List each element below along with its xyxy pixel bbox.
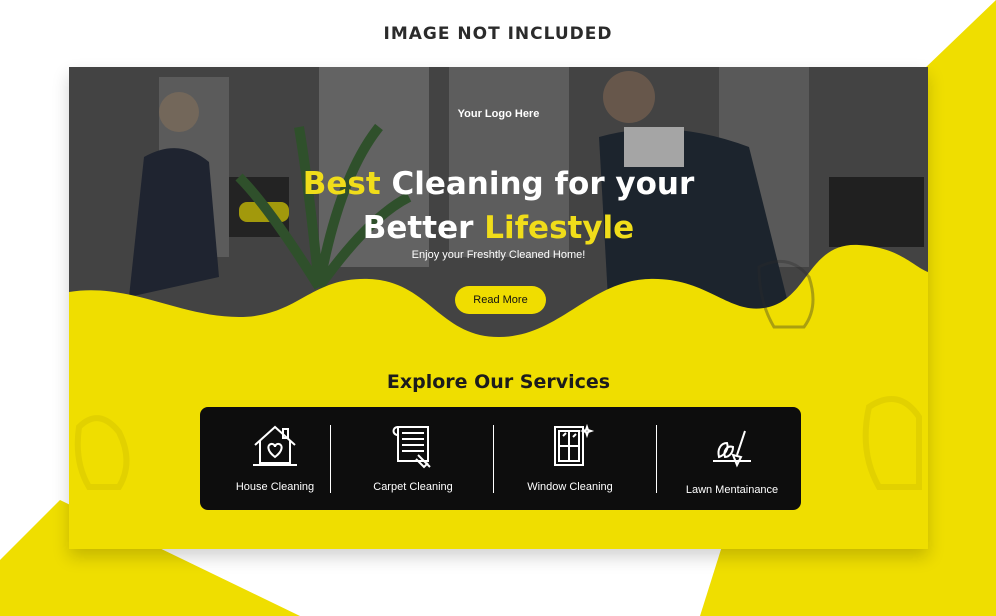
hero-headline: Best Cleaning for your Better Lifestyle bbox=[69, 162, 928, 250]
headline-line2-start: Better bbox=[362, 210, 485, 246]
headline-highlight-best: Best bbox=[302, 166, 381, 202]
read-more-button[interactable]: Read More bbox=[455, 286, 546, 314]
lawn-tools-icon bbox=[713, 430, 751, 468]
service-lawn-maintenance[interactable]: Lawn Mentainance bbox=[657, 407, 807, 510]
divider bbox=[330, 425, 331, 493]
service-window-cleaning[interactable]: Window Cleaning bbox=[495, 407, 645, 510]
service-label: House Cleaning bbox=[235, 481, 315, 493]
service-carpet-cleaning[interactable]: Carpet Cleaning bbox=[338, 407, 488, 510]
service-label: Carpet Cleaning bbox=[373, 481, 453, 493]
divider bbox=[493, 425, 494, 493]
service-house-cleaning[interactable]: House Cleaning bbox=[200, 407, 350, 510]
headline-highlight-lifestyle: Lifestyle bbox=[484, 210, 635, 246]
headline-line-2: Better Lifestyle bbox=[69, 206, 928, 250]
service-label: Lawn Mentainance bbox=[685, 484, 779, 496]
services-title: Explore Our Services bbox=[386, 371, 611, 393]
services-panel: House Cleaning Carpet Cleaning Window Cl… bbox=[200, 407, 801, 510]
banner-card: Your Logo Here Best Cleaning for your Be… bbox=[69, 67, 928, 549]
house-heart-icon bbox=[253, 425, 297, 466]
carpet-icon bbox=[392, 426, 431, 469]
service-label: Window Cleaning bbox=[527, 481, 613, 493]
hero-subtitle: Enjoy your Freshtly Cleaned Home! bbox=[411, 249, 586, 261]
headline-line-1: Best Cleaning for your bbox=[69, 162, 928, 206]
headline-line1-rest: Cleaning for your bbox=[380, 166, 695, 202]
logo-text: Your Logo Here bbox=[457, 108, 540, 120]
window-icon bbox=[554, 423, 595, 466]
watermark-label: IMAGE NOT INCLUDED bbox=[383, 24, 613, 44]
